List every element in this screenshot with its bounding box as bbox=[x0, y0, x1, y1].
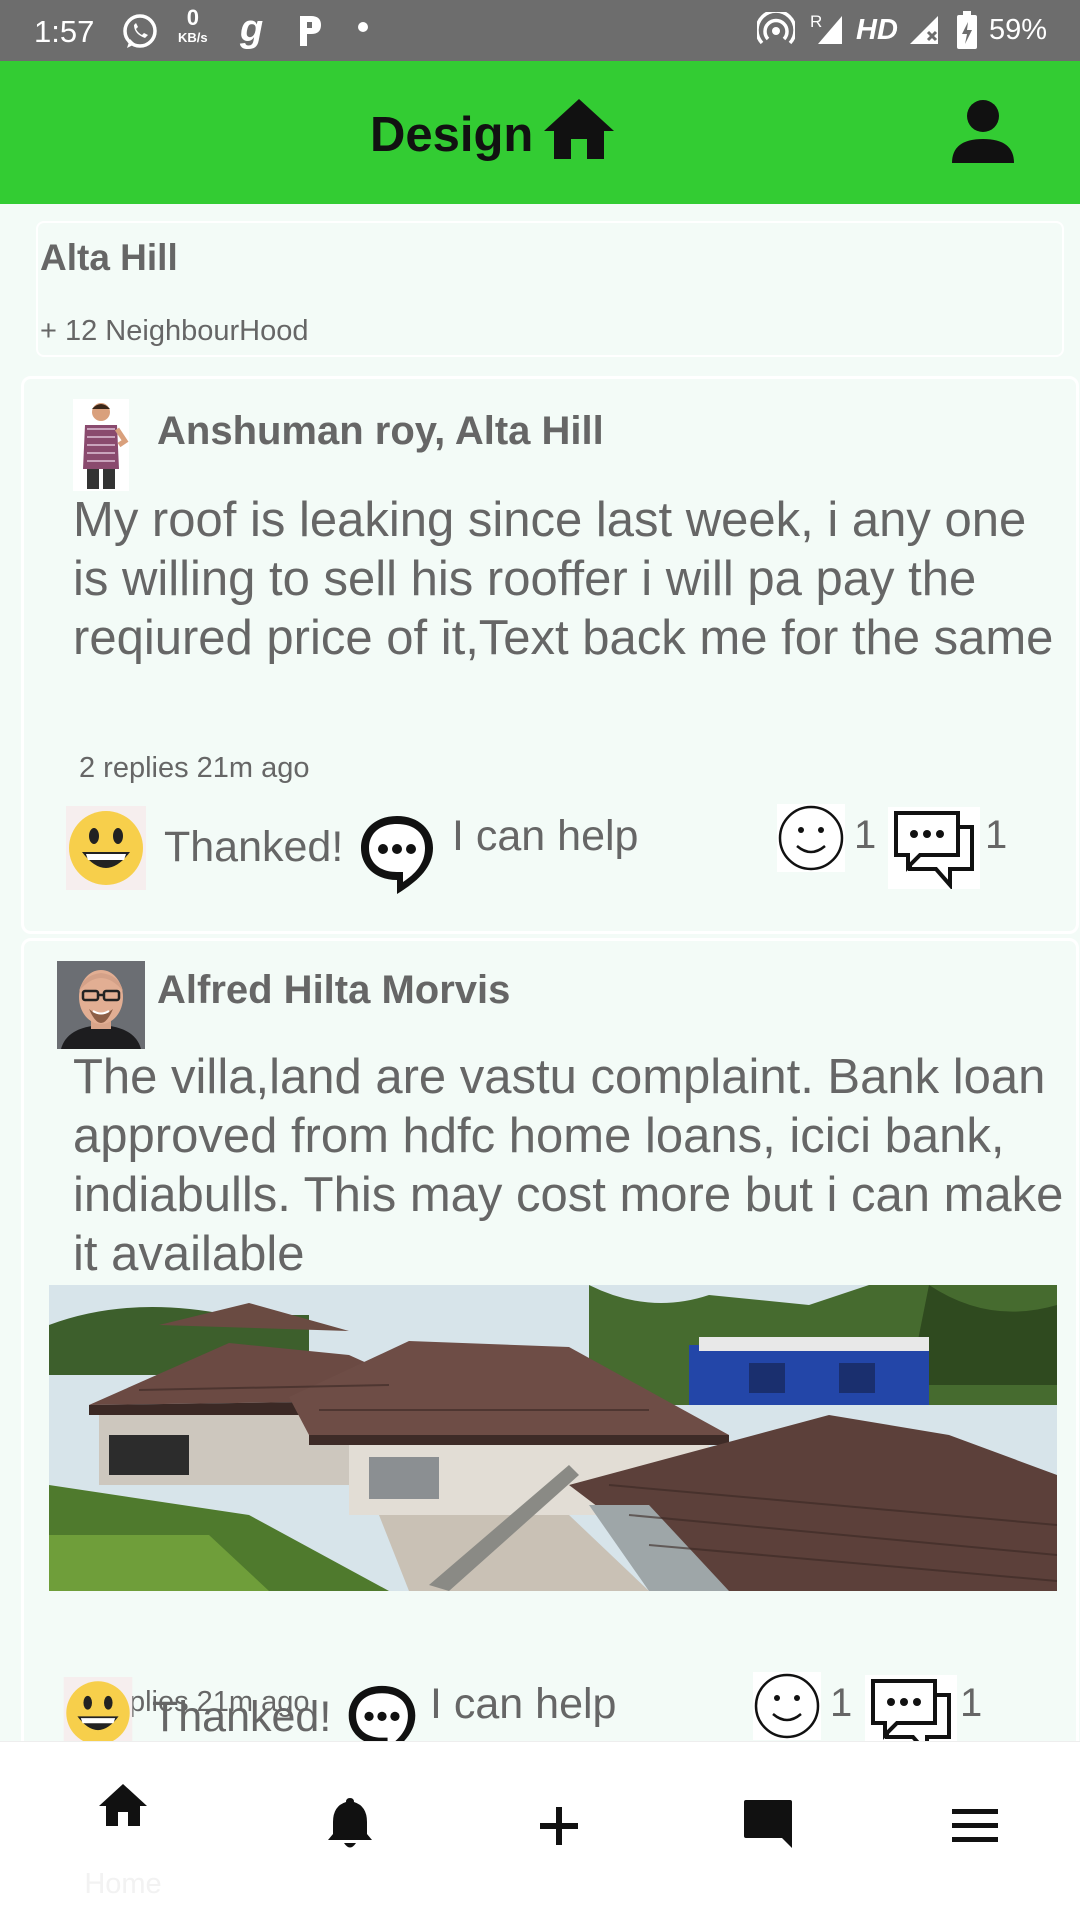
avatar[interactable] bbox=[73, 399, 129, 491]
help-chat-icon[interactable] bbox=[357, 812, 437, 901]
app-bar: Design bbox=[0, 61, 1080, 204]
g-app-icon: g bbox=[240, 8, 264, 50]
net-speed-value: 0 bbox=[186, 5, 199, 30]
smile-count: 1 bbox=[854, 813, 877, 857]
post-author[interactable]: Alfred Hilta Morvis bbox=[157, 968, 510, 1013]
thank-button[interactable]: Thanked! bbox=[152, 1693, 331, 1742]
home-icon bbox=[97, 1782, 149, 1833]
post-meta[interactable]: 2 replies 21m ago bbox=[79, 752, 310, 785]
smile-count: 1 bbox=[830, 1681, 853, 1725]
nav-notifications[interactable] bbox=[295, 1782, 405, 1892]
signal-icon-2 bbox=[908, 14, 940, 51]
menu-icon bbox=[952, 1809, 998, 1848]
neighbourhood-name: Alta Hill bbox=[40, 237, 178, 278]
signal-icon-1 bbox=[816, 14, 844, 51]
comment-count: 1 bbox=[985, 813, 1008, 857]
battery-icon bbox=[956, 10, 978, 55]
notification-dot-icon bbox=[357, 20, 369, 38]
p-app-icon bbox=[294, 12, 324, 53]
network-type: HD bbox=[856, 14, 898, 46]
hotspot-icon bbox=[755, 9, 797, 55]
net-speed: 0 KB/s bbox=[178, 5, 208, 48]
help-button[interactable]: I can help bbox=[452, 812, 638, 861]
thank-button[interactable]: Thanked! bbox=[164, 823, 343, 872]
comment-count: 1 bbox=[960, 1681, 983, 1725]
nav-home-label: Home bbox=[84, 1868, 162, 1900]
plus-icon bbox=[540, 1807, 578, 1850]
comment-icon[interactable] bbox=[888, 807, 980, 894]
post-text: The villa,land are vastu complaint. Bank… bbox=[73, 1050, 1064, 1281]
bottom-nav: Home bbox=[0, 1741, 1080, 1920]
nav-menu[interactable] bbox=[920, 1782, 1030, 1892]
chat-icon bbox=[742, 1798, 794, 1855]
post-text: My roof is leaking since last week, i an… bbox=[73, 493, 1054, 665]
app-screen: 1:57 0 KB/s g R HD 59% Design Alta Hill … bbox=[0, 0, 1080, 1920]
bell-icon bbox=[327, 1796, 373, 1855]
status-bar: 1:57 0 KB/s g R HD 59% bbox=[0, 0, 1080, 61]
net-speed-unit: KB/s bbox=[178, 30, 208, 45]
battery-level: 59% bbox=[989, 14, 1048, 46]
status-time: 1:57 bbox=[34, 14, 95, 49]
home-icon[interactable] bbox=[542, 97, 616, 166]
nav-add-post[interactable] bbox=[504, 1782, 614, 1892]
thank-emoji-icon[interactable] bbox=[66, 806, 146, 895]
smile-reaction-icon[interactable] bbox=[753, 1672, 821, 1745]
profile-icon[interactable] bbox=[950, 99, 1016, 170]
app-title: Design bbox=[370, 108, 534, 162]
nav-home[interactable]: Home bbox=[68, 1782, 178, 1900]
help-button[interactable]: I can help bbox=[430, 1680, 616, 1729]
post-author[interactable]: Anshuman roy, Alta Hill bbox=[157, 409, 604, 454]
smile-reaction-icon[interactable] bbox=[777, 804, 845, 877]
neighbourhood-count[interactable]: + 12 NeighbourHood bbox=[40, 315, 308, 348]
whatsapp-icon bbox=[120, 12, 160, 57]
nav-messages[interactable] bbox=[713, 1782, 823, 1892]
neighbourhood-card[interactable]: Alta Hill + 12 NeighbourHood bbox=[36, 221, 1064, 357]
post-card[interactable]: Anshuman roy, Alta Hill My roof is leaki… bbox=[21, 376, 1079, 934]
avatar[interactable] bbox=[57, 961, 145, 1049]
post-image[interactable] bbox=[49, 1285, 1057, 1591]
